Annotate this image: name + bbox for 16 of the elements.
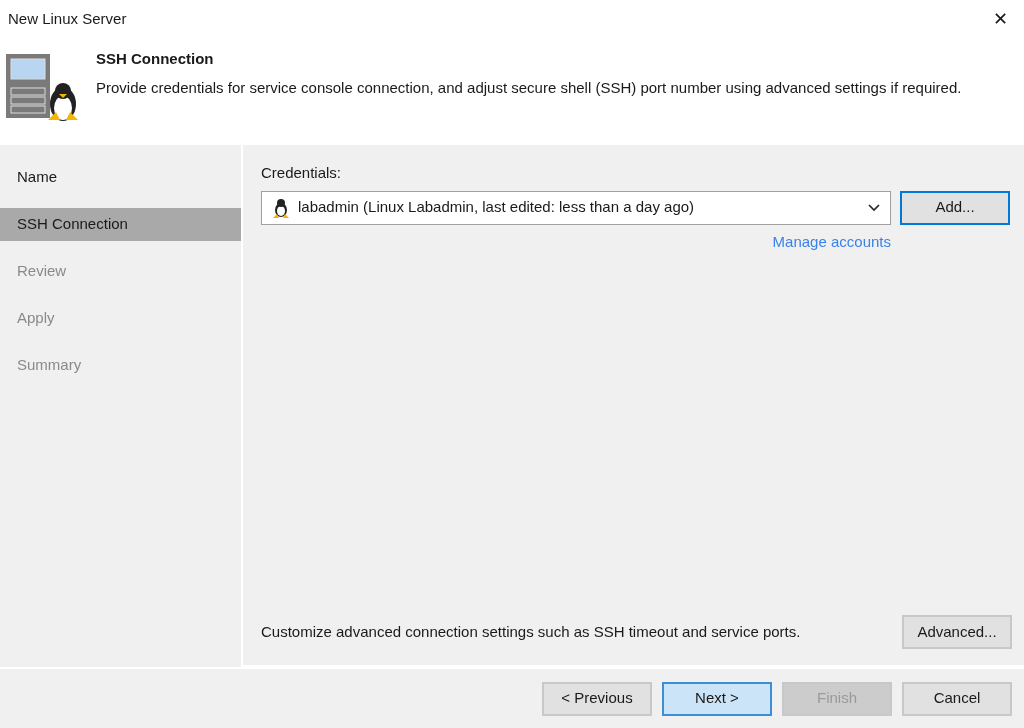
- chevron-down-icon: [868, 203, 880, 212]
- wizard-step[interactable]: Name: [0, 161, 241, 194]
- wizard-button[interactable]: Next >: [662, 681, 772, 716]
- close-button[interactable]: ✕: [989, 10, 1012, 28]
- wizard-button[interactable]: Cancel: [902, 681, 1012, 716]
- penguin-icon: [272, 197, 290, 218]
- wizard-button[interactable]: < Previous: [542, 681, 652, 716]
- page-title: SSH Connection: [96, 49, 215, 69]
- credentials-label: Credentials:: [261, 163, 343, 183]
- page-description: Provide credentials for service console connection, and adjust secure shell (SSH) port number using advanced settings if required.: [96, 77, 963, 98]
- credentials-dropdown[interactable]: labadmin (Linux Labadmin, last edited: less than a day ago): [261, 190, 891, 225]
- wizard-step[interactable]: SSH Connection: [0, 208, 241, 241]
- add-button[interactable]: Add...: [900, 190, 1010, 225]
- advanced-description: Customize advanced connection settings such as SSH timeout and service ports.: [261, 621, 801, 642]
- window-title: New Linux Server: [8, 8, 127, 29]
- advanced-button[interactable]: Advanced...: [902, 615, 1012, 649]
